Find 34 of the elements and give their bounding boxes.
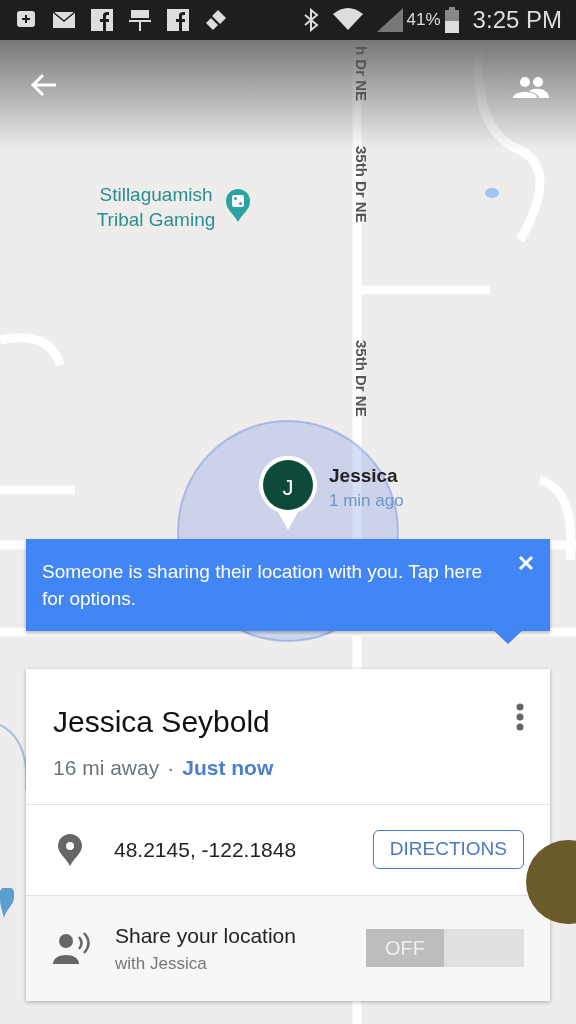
distance-text: 16 mi away <box>53 755 160 781</box>
road-label: 35th Dr NE <box>351 340 371 417</box>
road-label: 35th Dr NE <box>351 146 371 223</box>
marker-initial: J <box>281 474 295 502</box>
share-location-icon <box>53 932 91 964</box>
status-time: 3:25 PM <box>472 5 562 35</box>
bluetooth-icon <box>302 8 319 32</box>
sign-icon <box>128 8 152 32</box>
location-pin-icon <box>58 833 82 866</box>
updated-time: Just now <box>182 755 274 781</box>
place-label: Stillaguamish Tribal Gaming <box>95 183 217 232</box>
battery-level: 41% <box>406 9 441 32</box>
place-marker-icon <box>225 188 251 222</box>
marker-name: Jessica <box>329 464 398 488</box>
facebook-icon <box>166 8 190 32</box>
more-options-icon[interactable] <box>516 703 524 731</box>
signal-icon <box>376 8 403 32</box>
water-drawing <box>484 187 500 199</box>
battery-icon <box>444 7 459 33</box>
separator-dot: · <box>167 755 175 781</box>
map-pin-icon <box>0 888 14 918</box>
coordinates-text: 48.2145, -122.1848 <box>114 836 298 863</box>
directions-button[interactable]: DIRECTIONS <box>372 830 524 869</box>
people-icon[interactable] <box>513 76 549 98</box>
wifi-icon <box>332 8 363 32</box>
share-subtitle: with Jessica <box>115 953 208 975</box>
person-name: Jessica Seybold <box>53 704 271 740</box>
banner-pointer-icon <box>493 630 523 644</box>
facebook-icon <box>90 8 114 32</box>
back-icon[interactable] <box>30 73 58 97</box>
close-icon[interactable] <box>518 555 534 571</box>
marker-time: 1 min ago <box>329 490 404 512</box>
share-title: Share your location <box>115 922 297 949</box>
banner-text: Someone is sharing their location with you. Tap here for options. <box>42 560 484 611</box>
